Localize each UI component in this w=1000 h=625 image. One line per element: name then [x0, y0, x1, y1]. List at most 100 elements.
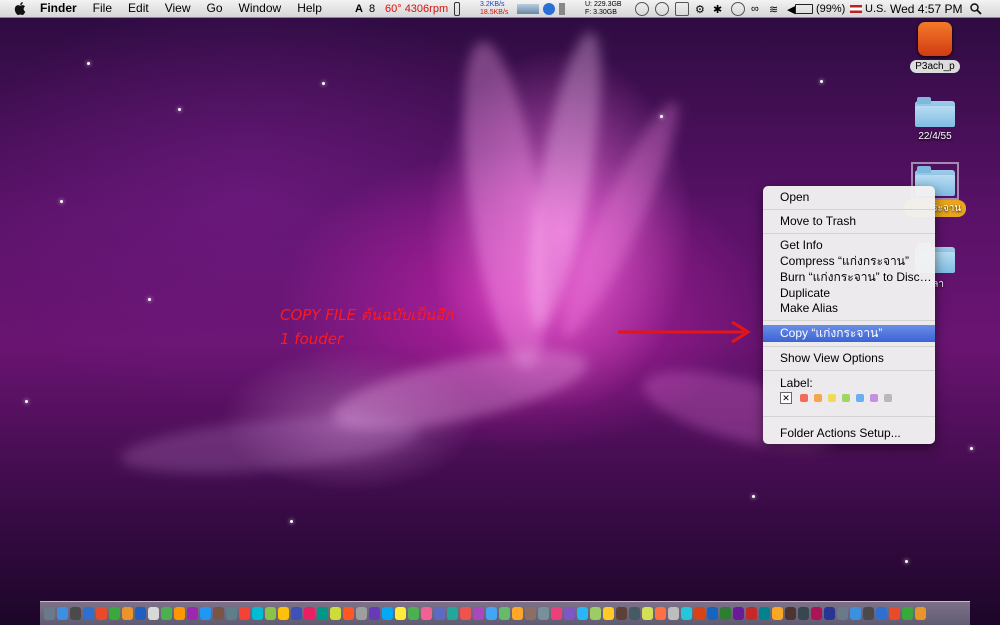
status-network[interactable]: 3.2KB/s 18.5KB/s [480, 0, 508, 17]
dock-app-icon[interactable] [122, 607, 133, 620]
dock-app-icon[interactable] [382, 607, 393, 620]
menu-file[interactable]: File [85, 0, 120, 17]
dock-app-icon[interactable] [837, 607, 848, 620]
menu-item-move-to-trash[interactable]: Move to Trash [763, 213, 935, 229]
dock-app-icon[interactable] [590, 607, 601, 620]
status-disk[interactable]: U: 229.3GB F: 3.30GB [585, 0, 622, 17]
menu-item-make-alias[interactable]: Make Alias [763, 300, 935, 316]
desktop-icon-app[interactable]: P3ach_p [900, 22, 970, 73]
dock-app-icon[interactable] [876, 607, 887, 620]
dock-app-icon[interactable] [655, 607, 666, 620]
binoculars-icon[interactable]: ∞ [751, 3, 763, 15]
dock-app-icon[interactable] [616, 607, 627, 620]
menu-item-open[interactable]: Open [763, 189, 935, 205]
dock-app-icon[interactable] [369, 607, 380, 620]
dock-app-icon[interactable] [291, 607, 302, 620]
menu-view[interactable]: View [157, 0, 199, 17]
dock-app-icon[interactable] [278, 607, 289, 620]
status-fan[interactable]: 60° 4306rpm [385, 0, 461, 17]
dock-app-icon[interactable] [746, 607, 757, 620]
dock-app-icon[interactable] [408, 607, 419, 620]
dock-app-icon[interactable] [811, 607, 822, 620]
dock-app-icon[interactable] [421, 607, 432, 620]
time-machine-icon[interactable] [731, 1, 745, 16]
menu-go[interactable]: Go [199, 0, 231, 17]
status-cpu[interactable]: A 8 [355, 0, 375, 17]
apple-menu-icon[interactable] [14, 2, 26, 15]
dock-app-icon[interactable] [83, 607, 94, 620]
dock-app-icon[interactable] [252, 607, 263, 620]
label-color-purple[interactable] [870, 394, 878, 402]
menu-item-duplicate[interactable]: Duplicate [763, 285, 935, 301]
dock-app-icon[interactable] [577, 607, 588, 620]
dock-app-icon[interactable] [434, 607, 445, 620]
label-color-yellow[interactable] [828, 394, 836, 402]
dock-app-icon[interactable] [486, 607, 497, 620]
label-none-icon[interactable]: ✕ [780, 392, 792, 404]
dock-app-icon[interactable] [889, 607, 900, 620]
dock-app-icon[interactable] [57, 607, 68, 620]
dock-app-icon[interactable] [863, 607, 874, 620]
label-color-orange[interactable] [814, 394, 822, 402]
dock-app-icon[interactable] [915, 607, 926, 620]
dock-app-icon[interactable] [512, 607, 523, 620]
dock-app-icon[interactable] [70, 607, 81, 620]
dock-app-icon[interactable] [447, 607, 458, 620]
dock-app-icon[interactable] [161, 607, 172, 620]
dock-app-icon[interactable] [174, 607, 185, 620]
dock-app-icon[interactable] [759, 607, 770, 620]
dock-app-icon[interactable] [603, 607, 614, 620]
dock-app-icon[interactable] [304, 607, 315, 620]
dock-app-icon[interactable] [187, 607, 198, 620]
dock-app-icon[interactable] [135, 607, 146, 620]
status-battery[interactable]: (99%) [795, 0, 845, 17]
dock-app-icon[interactable] [265, 607, 276, 620]
gear-icon[interactable]: ⚙ [695, 3, 707, 16]
menu-item-copy[interactable]: Copy “แก่งกระจาน” [763, 325, 935, 342]
dock-app-icon[interactable] [473, 607, 484, 620]
dock-app-icon[interactable] [694, 607, 705, 620]
menu-item-get-info[interactable]: Get Info [763, 237, 935, 253]
label-color-red[interactable] [800, 394, 808, 402]
label-color-gray[interactable] [884, 394, 892, 402]
label-color-blue[interactable] [856, 394, 864, 402]
dock-app-icon[interactable] [798, 607, 809, 620]
dock-app-icon[interactable] [902, 607, 913, 620]
dock-app-icon[interactable] [681, 607, 692, 620]
dock-app-icon[interactable] [733, 607, 744, 620]
menu-item-folder-actions-setup[interactable]: Folder Actions Setup... [763, 425, 935, 441]
menu-edit[interactable]: Edit [120, 0, 157, 17]
dock-app-icon[interactable] [343, 607, 354, 620]
weather-icon[interactable] [675, 1, 689, 16]
dock-app-icon[interactable] [824, 607, 835, 620]
sync-icon[interactable] [655, 1, 669, 16]
wifi-icon[interactable]: ≋ [769, 3, 781, 16]
menu-item-burn[interactable]: Burn “แก่งกระจาน” to Disc… [763, 269, 935, 285]
bluetooth-icon[interactable]: ✱ [713, 3, 725, 16]
dock-app-icon[interactable] [460, 607, 471, 620]
dock-app-icon[interactable] [356, 607, 367, 620]
dock-app-icon[interactable] [148, 607, 159, 620]
dock-app-icon[interactable] [642, 607, 653, 620]
clock-icon[interactable] [635, 1, 649, 16]
dock-app-icon[interactable] [239, 607, 250, 620]
desktop-icon-folder[interactable]: 22/4/55 [900, 97, 970, 142]
dock-app-icon[interactable] [395, 607, 406, 620]
status-input-source[interactable]: U.S. [850, 0, 886, 17]
dock-app-icon[interactable] [44, 607, 55, 620]
menu-help[interactable]: Help [289, 0, 330, 17]
menu-item-compress[interactable]: Compress “แก่งกระจาน” [763, 253, 935, 269]
dock-app-icon[interactable] [785, 607, 796, 620]
dock-app-icon[interactable] [551, 607, 562, 620]
dock-app-icon[interactable] [226, 607, 237, 620]
dock-app-icon[interactable] [538, 607, 549, 620]
dock-app-icon[interactable] [499, 607, 510, 620]
dock-app-icon[interactable] [96, 607, 107, 620]
status-meters[interactable] [517, 0, 569, 17]
dock-app-icon[interactable] [109, 607, 120, 620]
dock-app-icon[interactable] [850, 607, 861, 620]
dock-app-icon[interactable] [330, 607, 341, 620]
menu-item-show-view-options[interactable]: Show View Options [763, 350, 935, 366]
status-clock[interactable]: Wed 4:57 PM [890, 0, 962, 17]
menu-app-name[interactable]: Finder [32, 0, 85, 17]
